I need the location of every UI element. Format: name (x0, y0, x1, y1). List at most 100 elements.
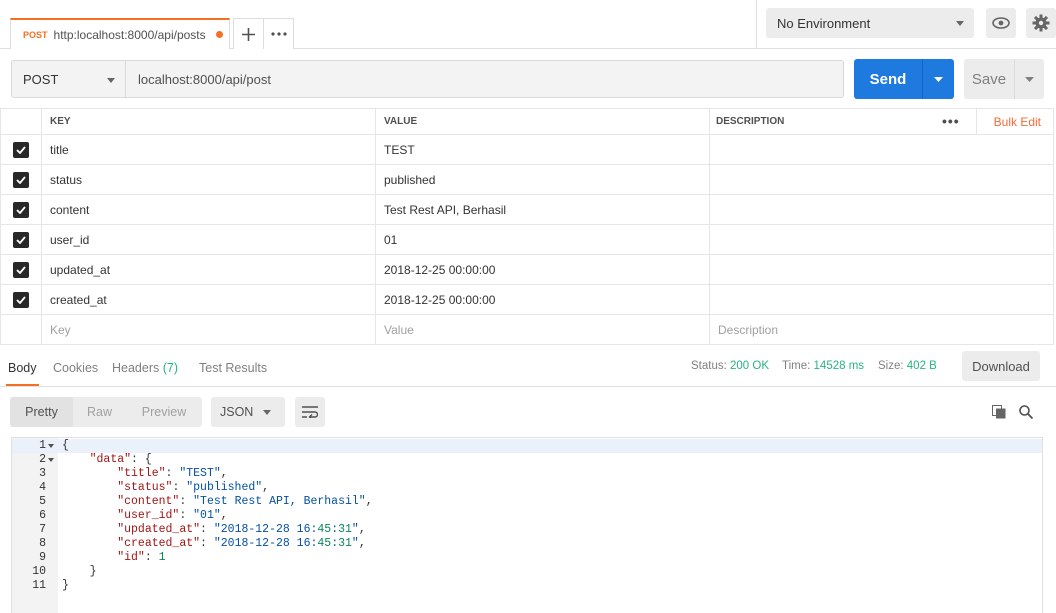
description-input-placeholder[interactable]: Description (710, 315, 1054, 344)
environment-label: No Environment (777, 15, 871, 31)
tab-headers-label: Headers (112, 361, 160, 375)
param-key[interactable]: content (42, 195, 376, 224)
param-description[interactable] (710, 255, 1054, 284)
fold-toggle-icon[interactable] (48, 458, 54, 462)
code-text: } (62, 579, 69, 592)
copy-button[interactable] (992, 405, 1006, 422)
line-number: 1 (39, 439, 46, 452)
table-row-empty: Key Value Description (0, 315, 1054, 345)
tab-raw[interactable]: Raw (73, 397, 126, 427)
send-options-button[interactable] (923, 59, 954, 99)
param-value[interactable]: 2018-12-25 00:00:00 (376, 255, 710, 284)
settings-button[interactable] (1026, 8, 1056, 38)
param-key[interactable]: status (42, 165, 376, 194)
more-options-icon[interactable]: ••• (942, 113, 960, 129)
line-number: 9 (39, 551, 46, 564)
param-value[interactable]: Test Rest API, Berhasil (376, 195, 710, 224)
param-description[interactable] (710, 195, 1054, 224)
line-number: 10 (32, 565, 46, 578)
code-text: "content": "Test Rest API, Berhasil", (117, 495, 373, 508)
checkmark-icon (16, 175, 26, 184)
request-tab[interactable]: POST http:localhost:8000/api/posts (10, 18, 230, 49)
size-value: 402 B (906, 360, 937, 372)
key-input-placeholder[interactable]: Key (42, 315, 376, 344)
language-select[interactable]: JSON (211, 397, 285, 427)
tab-test-results[interactable]: Test Results (199, 361, 267, 375)
line-number: 8 (39, 537, 46, 550)
row-checkbox-cell (0, 165, 42, 194)
tab-pretty[interactable]: Pretty (10, 397, 73, 427)
row-checkbox[interactable] (13, 231, 29, 248)
method-select[interactable]: POST (11, 60, 126, 98)
code-line: 11} (12, 579, 1042, 593)
response-body-editor[interactable]: 1{2 "data": {3 "title": "TEST", 4 "status… (11, 437, 1043, 613)
row-checkbox[interactable] (13, 171, 29, 188)
postman-window: POST http:localhost:8000/api/posts No En… (0, 0, 1056, 613)
search-icon (1019, 405, 1034, 420)
code-line: 1{ (12, 439, 1042, 453)
line-number: 7 (39, 523, 46, 536)
header-check-column (0, 109, 42, 134)
code-line: 10 } (12, 565, 1042, 579)
checkmark-icon (16, 295, 26, 304)
param-key[interactable]: user_id (42, 225, 376, 254)
param-value[interactable]: published (376, 165, 710, 194)
divider (756, 0, 757, 48)
param-key[interactable]: updated_at (42, 255, 376, 284)
save-button[interactable]: Save (964, 59, 1044, 99)
save-label: Save (971, 70, 1007, 88)
download-button[interactable]: Download (962, 351, 1040, 381)
row-checkbox-cell (0, 225, 42, 254)
time-value: 14528 ms (813, 360, 865, 372)
divider (976, 109, 977, 134)
tab-strip: POST http:localhost:8000/api/posts No En… (0, 0, 1056, 49)
param-description[interactable] (710, 225, 1054, 254)
url-input[interactable]: localhost:8000/api/post (125, 60, 844, 98)
size-readout: Size: 402 B (878, 360, 937, 372)
tab-preview[interactable]: Preview (126, 397, 202, 427)
row-checkbox[interactable] (13, 141, 29, 158)
code-line: 7 "updated_at": "2018-12-28 16:45:31", (12, 523, 1042, 537)
search-button[interactable] (1019, 405, 1034, 422)
code-text: "user_id": "01", (117, 509, 228, 522)
code-text: "updated_at": "2018-12-28 16:45:31", (117, 523, 366, 536)
send-button[interactable]: Send (854, 59, 954, 99)
table-row: user_id 01 (0, 225, 1054, 255)
param-description[interactable] (710, 135, 1054, 164)
tab-body[interactable]: Body (6, 361, 38, 386)
plus-icon (242, 27, 255, 41)
bulk-edit-link[interactable]: Bulk Edit (994, 115, 1041, 129)
row-checkbox[interactable] (13, 291, 29, 308)
empty-check-cell (0, 315, 42, 344)
code-line: 8 "created_at": "2018-12-28 16:45:31", (12, 537, 1042, 551)
params-table: KEY VALUE DESCRIPTION ••• Bulk Edit titl… (0, 108, 1054, 345)
new-tab-button[interactable] (233, 18, 264, 49)
param-description[interactable] (710, 165, 1054, 194)
environment-quick-look-button[interactable] (986, 8, 1016, 38)
time-readout: Time: 14528 ms (782, 360, 864, 372)
code-text: "status": "published", (117, 481, 270, 494)
param-value[interactable]: 01 (376, 225, 710, 254)
tab-options-button[interactable] (263, 18, 294, 49)
fold-toggle-icon[interactable] (48, 444, 54, 448)
code-text: "data": { (89, 453, 152, 466)
tab-headers[interactable]: Headers (7) (112, 361, 178, 375)
unsaved-dot-icon (216, 31, 223, 38)
param-value[interactable]: 2018-12-25 00:00:00 (376, 285, 710, 314)
row-checkbox[interactable] (13, 261, 29, 278)
environment-select[interactable]: No Environment (766, 8, 974, 38)
value-input-placeholder[interactable]: Value (376, 315, 710, 344)
status-readout: Status: 200 OK (691, 360, 769, 372)
row-checkbox[interactable] (13, 201, 29, 218)
line-number: 11 (32, 579, 46, 592)
table-header: KEY VALUE DESCRIPTION ••• Bulk Edit (0, 108, 1054, 135)
wrap-lines-button[interactable] (295, 397, 325, 427)
line-number: 2 (39, 453, 46, 466)
param-value[interactable]: TEST (376, 135, 710, 164)
param-key[interactable]: created_at (42, 285, 376, 314)
checkmark-icon (16, 235, 26, 244)
tab-cookies[interactable]: Cookies (53, 361, 98, 375)
param-description[interactable] (710, 285, 1054, 314)
param-key[interactable]: title (42, 135, 376, 164)
save-options-button[interactable] (1015, 59, 1044, 99)
